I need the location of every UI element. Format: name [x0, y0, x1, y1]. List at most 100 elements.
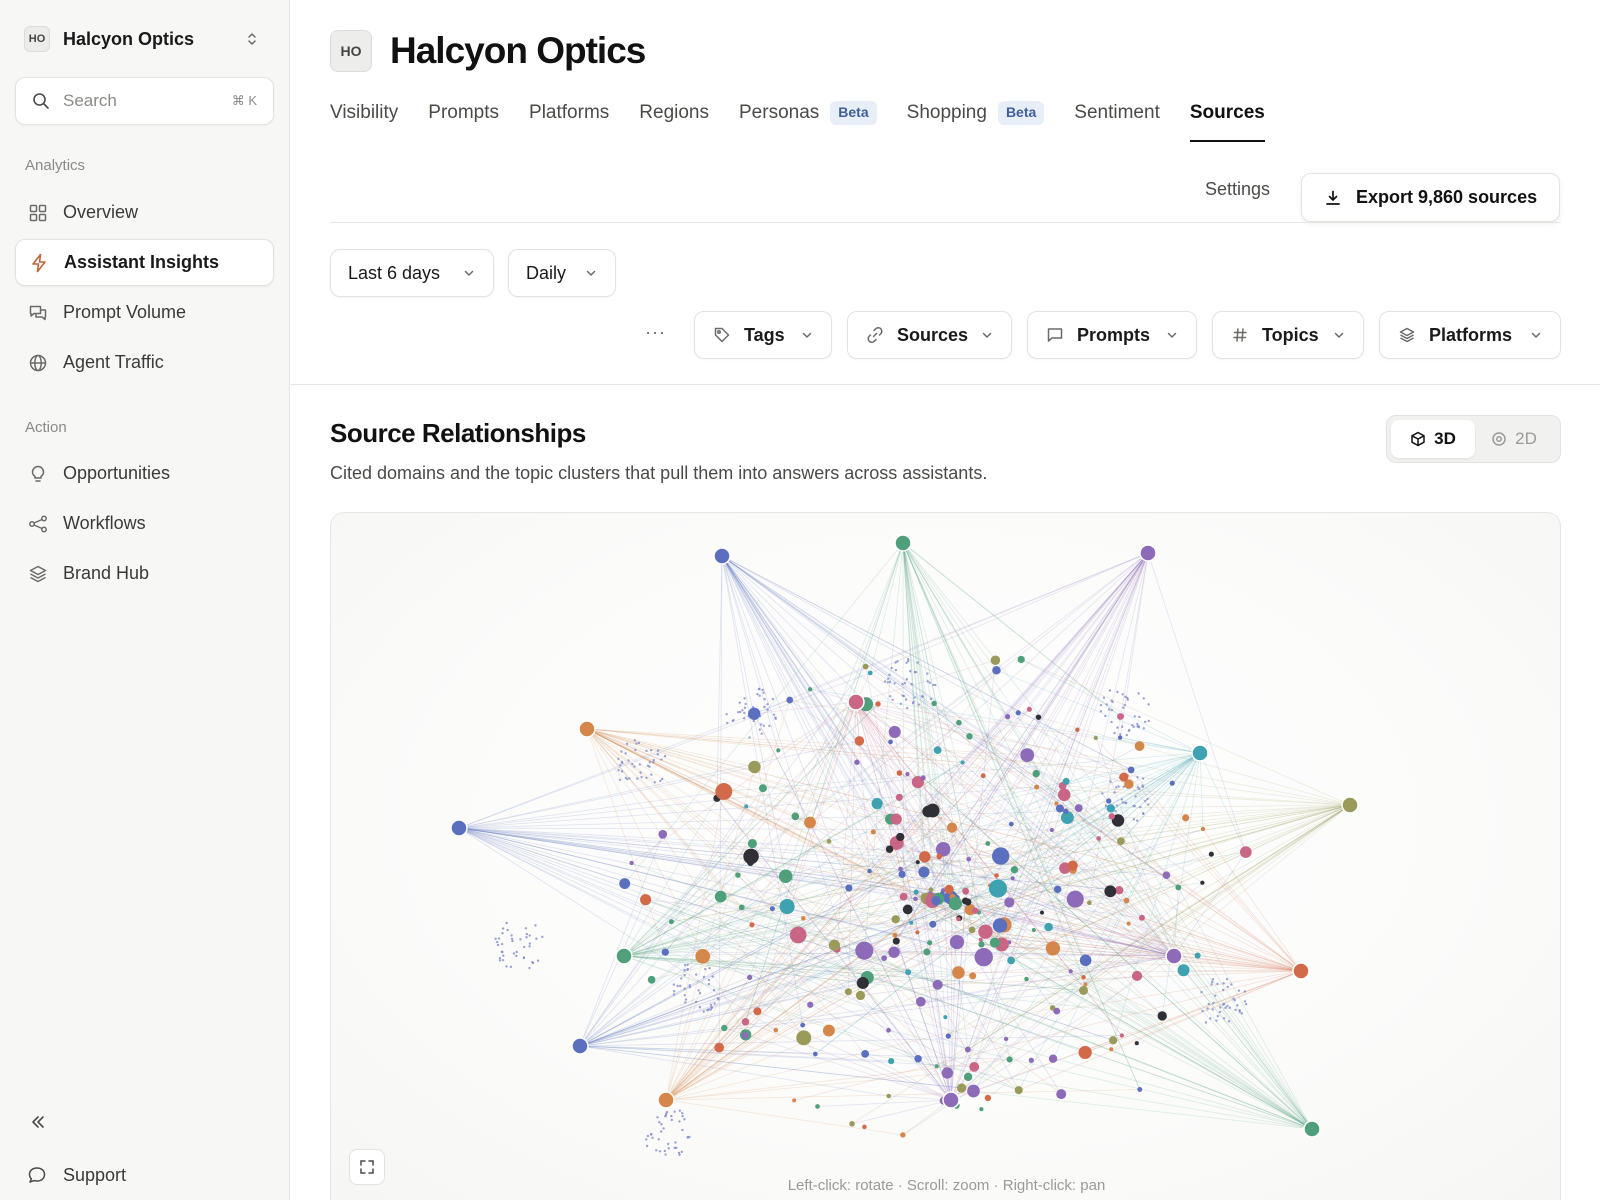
graph-node[interactable] [854, 759, 860, 765]
graph-node[interactable] [861, 1049, 869, 1058]
graph-node[interactable] [1123, 897, 1130, 904]
graph-node[interactable] [1096, 836, 1101, 841]
graph-node[interactable] [791, 812, 800, 821]
graph-node[interactable] [753, 1007, 762, 1016]
graph-node[interactable] [1127, 766, 1135, 774]
graph-node[interactable] [778, 869, 793, 883]
graph-node[interactable] [1157, 1011, 1167, 1021]
tab-sentiment[interactable]: Sentiment [1074, 96, 1160, 144]
prompts-filter[interactable]: Prompts [1027, 311, 1197, 359]
graph-node[interactable] [978, 924, 993, 939]
more-filters-button[interactable]: ··· [645, 322, 666, 343]
graph-node[interactable] [1104, 885, 1117, 898]
graph-node[interactable] [1087, 900, 1092, 906]
graph-node[interactable] [888, 725, 901, 739]
graph-node[interactable] [967, 1084, 980, 1098]
graph-hub-node[interactable] [713, 547, 731, 565]
graph-hub-node[interactable] [942, 1091, 960, 1109]
graph-node[interactable] [773, 1027, 779, 1033]
graph-node[interactable] [1200, 826, 1206, 832]
graph-node[interactable] [807, 687, 813, 692]
graph-node[interactable] [909, 920, 914, 925]
graph-node[interactable] [855, 990, 866, 1001]
graph-node[interactable] [886, 1027, 891, 1033]
graph-node[interactable] [1010, 876, 1015, 881]
graph-node[interactable] [668, 919, 674, 925]
graph-node[interactable] [1131, 970, 1143, 982]
graph-node[interactable] [895, 793, 903, 801]
sidebar-item-assistant-insights[interactable]: Assistant Insights [15, 239, 274, 286]
graph-node[interactable] [1048, 1054, 1058, 1063]
graph-hub-node[interactable] [657, 1091, 675, 1109]
graph-node[interactable] [990, 655, 1001, 666]
sidebar-item-workflows[interactable]: Workflows [15, 500, 274, 547]
view-3d-button[interactable]: 3D [1391, 420, 1475, 458]
graph-node[interactable] [1014, 1086, 1023, 1095]
graph-node[interactable] [749, 922, 755, 928]
graph-node[interactable] [918, 866, 930, 878]
graph-node[interactable] [1081, 975, 1086, 980]
graph-node[interactable] [913, 889, 919, 895]
graph-node[interactable] [807, 1001, 814, 1008]
graph-node[interactable] [721, 1024, 728, 1032]
graph-node[interactable] [640, 894, 652, 906]
graph-node[interactable] [1008, 821, 1014, 827]
graph-node[interactable] [1169, 780, 1175, 786]
graph-node[interactable] [1117, 735, 1123, 740]
graph-node[interactable] [994, 873, 999, 878]
graph-node[interactable] [758, 784, 767, 793]
graph-node[interactable] [885, 845, 894, 853]
graph-node[interactable] [1056, 1089, 1067, 1100]
graph-node[interactable] [828, 939, 840, 951]
graph-node[interactable] [963, 1072, 973, 1082]
graph-node[interactable] [980, 773, 986, 779]
graph-node[interactable] [1075, 727, 1080, 732]
graph-node[interactable] [949, 934, 965, 950]
graph-node[interactable] [1055, 804, 1064, 813]
graph-node[interactable] [966, 856, 972, 862]
graph-node[interactable] [915, 996, 926, 1007]
graph-hub-node[interactable] [894, 534, 912, 552]
graph-node[interactable] [1109, 1036, 1118, 1045]
graph-node[interactable] [898, 870, 906, 878]
graph-node[interactable] [1049, 827, 1054, 833]
graph-node[interactable] [936, 853, 943, 860]
graph-node[interactable] [1020, 748, 1035, 762]
graph-node[interactable] [741, 1031, 749, 1039]
graph-node[interactable] [899, 892, 908, 901]
graph-node[interactable] [992, 665, 1001, 675]
graph-node[interactable] [1003, 1036, 1009, 1042]
search-input[interactable]: Search ⌘ K [15, 77, 274, 125]
graph-node[interactable] [856, 976, 869, 989]
graph-hub-node[interactable] [615, 947, 633, 965]
graph-node[interactable] [1039, 910, 1045, 915]
graph-node[interactable] [1078, 985, 1088, 995]
graph-node[interactable] [1053, 1007, 1061, 1015]
graph-node[interactable] [1175, 884, 1182, 891]
graph-node[interactable] [914, 1055, 922, 1063]
graph-node[interactable] [786, 696, 794, 704]
network-canvas[interactable] [331, 513, 1561, 1200]
graph-node[interactable] [915, 930, 920, 935]
sidebar-item-agent-traffic[interactable]: Agent Traffic [15, 339, 274, 386]
graph-node[interactable] [1134, 741, 1145, 751]
graph-node[interactable] [815, 1104, 820, 1109]
graph-node[interactable] [871, 798, 883, 810]
graph-node[interactable] [915, 860, 920, 865]
graph-hub-node[interactable] [1341, 796, 1359, 814]
graph-node[interactable] [931, 700, 937, 707]
graph-node[interactable] [920, 775, 926, 781]
graph-hub-node[interactable] [1303, 1120, 1321, 1138]
graph-node[interactable] [971, 907, 979, 914]
graph-node[interactable] [944, 884, 954, 894]
graph-hub-node[interactable] [450, 819, 468, 837]
platforms-filter[interactable]: Platforms [1379, 311, 1561, 359]
graph-node[interactable] [943, 1015, 948, 1020]
graph-node[interactable] [661, 948, 669, 956]
view-2d-button[interactable]: 2D [1475, 420, 1553, 458]
graph-node[interactable] [1004, 713, 1011, 720]
graph-node[interactable] [629, 860, 634, 866]
graph-node[interactable] [1106, 798, 1112, 804]
graph-node[interactable] [743, 848, 759, 865]
sidebar-item-overview[interactable]: Overview [15, 189, 274, 236]
